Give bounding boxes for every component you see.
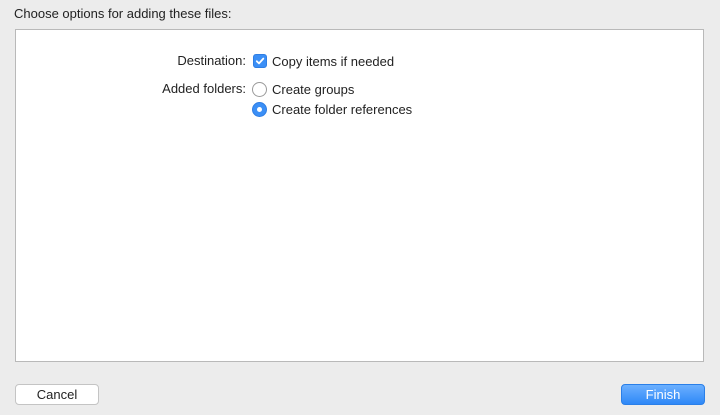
- create-folder-references-radio[interactable]: [252, 101, 267, 117]
- create-groups-option[interactable]: Create groups: [252, 80, 354, 98]
- checkmark-icon: [255, 57, 265, 65]
- create-folder-references-option[interactable]: Create folder references: [252, 100, 412, 118]
- create-folder-references-label: Create folder references: [272, 101, 413, 117]
- cancel-button[interactable]: Cancel: [15, 384, 99, 405]
- copy-items-option[interactable]: Copy items if needed: [253, 52, 394, 70]
- radio-selected-dot: [257, 106, 262, 112]
- copy-items-checkbox[interactable]: [253, 54, 267, 68]
- added-folders-label: Added folders:: [162, 81, 246, 96]
- finish-button[interactable]: Finish: [621, 384, 705, 405]
- create-groups-radio[interactable]: [252, 81, 267, 97]
- dialog-title: Choose options for adding these files:: [14, 6, 232, 21]
- copy-items-label: Copy items if needed: [272, 53, 395, 69]
- create-groups-label: Create groups: [272, 81, 355, 97]
- destination-label: Destination:: [177, 53, 246, 68]
- options-panel: Destination: Copy items if needed Added …: [15, 29, 704, 362]
